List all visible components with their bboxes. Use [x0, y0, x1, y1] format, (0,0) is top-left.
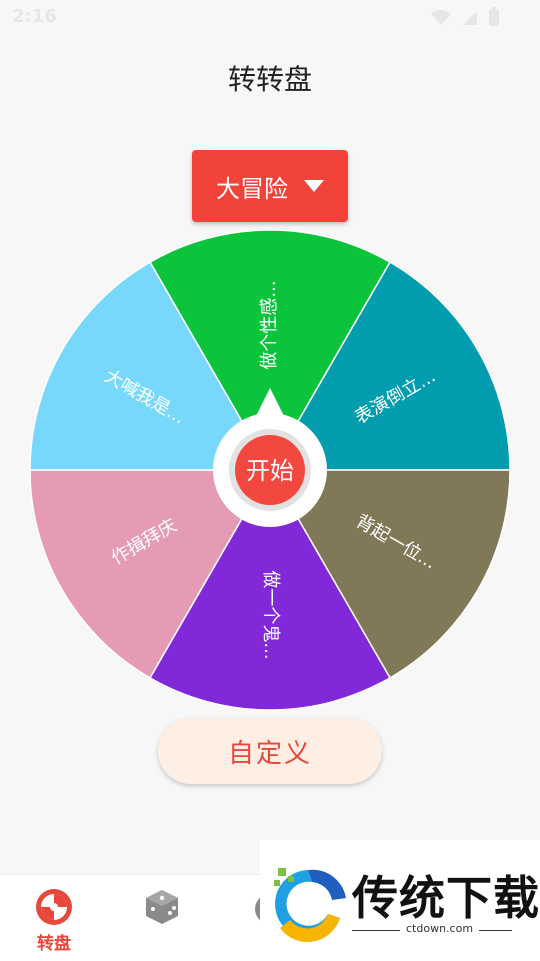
tab-dice[interactable] [108, 875, 216, 961]
watermark: 传统下载 ctdown.com [260, 840, 540, 960]
tab-wheel-label: 转盘 [37, 934, 71, 954]
dice-icon [146, 890, 178, 924]
ctdown-logo-icon [274, 868, 346, 943]
watermark-title: 传统下载 [352, 871, 540, 925]
wheel-segment-label: 做一个鬼... [260, 570, 281, 659]
wheel-icon [36, 889, 72, 925]
start-button-label[interactable]: 开始 [246, 457, 294, 485]
mode-dropdown[interactable]: 大冒险 [192, 150, 348, 222]
wheel-segment-label: 做个性感... [259, 280, 280, 369]
triangle-down-icon [304, 180, 324, 192]
spin-wheel[interactable]: 做个性感...表演倒立...背起一位...做一个鬼...作揖拜庆大喊我是... … [0, 0, 540, 960]
mode-dropdown-label: 大冒险 [216, 174, 288, 203]
watermark-url: ctdown.com [400, 922, 480, 935]
tab-wheel[interactable]: 转盘 [0, 875, 108, 961]
custom-button[interactable]: 自定义 [158, 718, 382, 784]
